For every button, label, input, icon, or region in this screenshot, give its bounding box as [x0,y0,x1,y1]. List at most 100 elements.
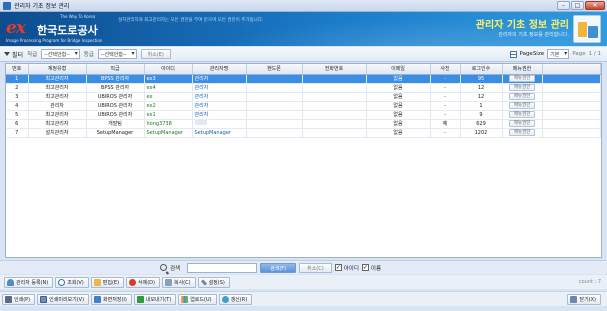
refresh-button[interactable]: 갱신(R) [218,293,253,305]
cell-photo: - [430,92,461,102]
cell-email: 없음 [366,92,431,102]
cell-id[interactable]: ex1 [147,112,156,118]
col-header[interactable]: 로그인수 [460,64,503,75]
cell-id[interactable]: ex3 [147,76,156,82]
edit-label: 편집(E) [102,279,120,286]
paging-controls: PageSize 기본 Page 1 / 1 [509,49,601,59]
menu-permission-button[interactable]: 메뉴권한 [508,111,536,118]
upload-button[interactable]: 업로드(U) [178,293,217,305]
cell-logins: 12 [460,83,503,93]
register-label: 관리자 등록(N) [16,279,49,286]
copy-icon [164,278,172,286]
admin-settings-icon [573,15,601,43]
col-header[interactable]: 사진 [430,64,461,75]
cell-name[interactable]: SetupManager [195,130,231,136]
table-row[interactable]: 3 최고관리자 UBIROS 관리자 ex 관리자 없음 - 12 메뉴권한 [6,92,601,102]
cell-photo: - [430,128,461,138]
print-button[interactable]: 인쇄(P) [2,293,36,305]
filter-cancel-button[interactable]: 취소(E) [140,49,171,59]
delete-button[interactable]: 삭제(D) [126,276,160,288]
admin-table[interactable]: 번호 계정유형 직급 아이디 관리자명 핸드폰 전화번호 이메일 사진 로그인수… [5,63,602,258]
col-header[interactable]: 메뉴권한 [502,64,543,75]
menu-permission-button[interactable]: 메뉴권한 [508,93,536,100]
search-input[interactable] [187,262,258,273]
redacted-name [194,120,207,125]
cell-type: 최고관리자 [28,119,87,129]
settings-button[interactable]: 설정(S) [197,276,230,288]
cell-id[interactable]: ex2 [147,103,156,109]
cell-id[interactable]: SetupManager [147,130,183,136]
cell-photo: - [430,83,461,93]
menu-permission-button[interactable]: 메뉴권한 [508,129,536,136]
close-window-button[interactable]: ✕ [585,1,605,10]
level-select[interactable]: --선택안함-- [97,49,137,59]
cell-name[interactable]: 관리자 [195,85,209,91]
printer-icon [5,295,12,303]
excel-icon [136,295,144,303]
minimize-button[interactable]: – [557,1,570,10]
menu-permission-button[interactable]: 메뉴권한 [508,84,536,91]
cell-rank: BPSS 관리자 [86,83,145,93]
table-row[interactable]: 5 최고관리자 UBIROS 관리자 ex1 관리자 없음 - 9 메뉴권한 [6,110,601,120]
cell-tel [302,92,367,102]
search-button[interactable]: 검색(F) [260,262,297,273]
col-header[interactable]: 번호 [6,64,29,75]
cell-id[interactable]: hong3738 [147,121,172,127]
print-preview-button[interactable]: 인쇄미리보기(V) [37,293,90,305]
name-checkbox[interactable]: ✓ 이름 [361,264,381,272]
maximize-button[interactable]: □ [571,1,584,10]
upload-label: 업로드(U) [190,296,212,303]
cell-email: 없음 [366,119,431,129]
id-checkbox[interactable]: ✓ 아이디 [334,264,359,272]
preview-label: 인쇄미리보기(V) [49,296,85,303]
cell-email: 없음 [366,83,431,93]
col-header[interactable]: 계정유형 [28,64,87,75]
table-row[interactable]: 2 최고관리자 BPSS 관리자 ex4 관리자 없음 - 12 메뉴권한 [6,83,601,93]
cell-name[interactable]: 관리자 [195,94,209,100]
view-label: 조회(V) [67,279,84,286]
cell-name[interactable]: 관리자 [195,112,209,118]
menu-permission-button[interactable]: 메뉴권한 [508,75,536,82]
rank-select[interactable]: --선택안함-- [41,49,80,59]
menu-permission-button[interactable]: 메뉴권한 [508,120,536,127]
table-row[interactable]: 1 최고관리자 BPSS 관리자 ex3 관리자 없음 - 95 메뉴권한 [6,74,601,84]
search-cancel-button[interactable]: 취소(C) [299,262,332,273]
edit-button[interactable]: 편집(E) [90,276,125,288]
cell-tel [302,128,367,138]
cell-no: 3 [6,92,29,102]
grid-icon [509,50,517,58]
menu-permission-button[interactable]: 메뉴권한 [508,102,536,109]
copy-button[interactable]: 복사(C) [161,276,196,288]
cell-logins: 1 [460,101,503,111]
cell-logins: 12 [460,92,503,102]
col-header[interactable]: 직급 [86,64,145,75]
cell-email: 없음 [366,110,431,120]
screen-save-button[interactable]: 화면저장(I) [91,293,132,305]
cell-id[interactable]: ex [147,94,153,100]
table-row[interactable]: 4 관리자 UBIROS 관리자 ex2 관리자 없음 - 1 메뉴권한 [6,101,601,111]
cell-name[interactable]: 관리자 [195,103,209,109]
id-checkbox-label: 아이디 [343,265,359,272]
filter-button[interactable]: 필터 [4,50,23,59]
col-header[interactable]: 이메일 [366,64,431,75]
table-row[interactable]: 7 설치관리자 SetupManager SetupManager SetupM… [6,128,601,138]
register-admin-button[interactable]: 관리자 등록(N) [4,276,54,288]
col-header[interactable]: 아이디 [144,64,193,75]
view-button[interactable]: 조회(V) [55,276,89,288]
action-toolbar: 관리자 등록(N) 조회(V) 편집(E) 삭제(D) 복사(C) 설정(S) … [0,275,607,289]
col-header[interactable]: 핸드폰 [246,64,303,75]
col-header[interactable]: 전화번호 [302,64,367,75]
table-row[interactable]: 6 최고관리자 개발팀 hong3738 없음 예 629 메뉴권한 [6,119,601,129]
cell-photo: 예 [430,119,461,129]
export-button[interactable]: 내보내기(T) [133,293,177,305]
window-titlebar: 관리자 기초 정보 관리 – □ ✕ [0,0,607,12]
page-label: Page [572,51,586,57]
cell-no: 1 [6,74,29,84]
cell-id[interactable]: ex4 [147,85,156,91]
screen-label: 화면저장(I) [103,296,127,303]
col-header[interactable]: 관리자명 [192,64,247,75]
close-button[interactable]: 닫기(X) [567,294,601,305]
cell-name[interactable]: 관리자 [195,76,209,82]
pagesize-select[interactable]: 기본 [547,49,570,59]
close-label: 닫기(X) [579,297,596,303]
